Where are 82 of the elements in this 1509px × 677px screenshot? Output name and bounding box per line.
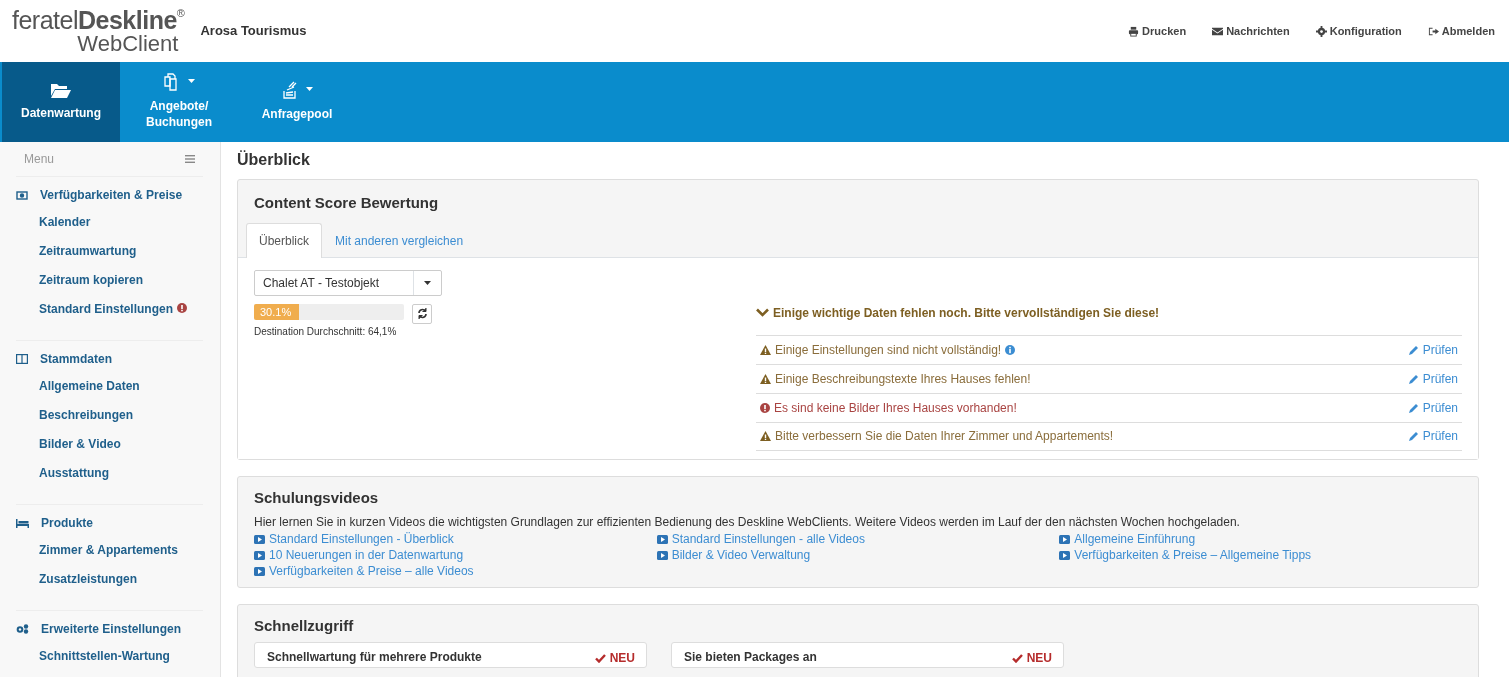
sidebar-item[interactable]: Schnittstellen-Wartung bbox=[16, 642, 203, 671]
header-link[interactable]: Konfiguration bbox=[1315, 22, 1402, 40]
issue-text: Einige Einstellungen sind nicht vollständig! bbox=[775, 341, 1002, 359]
panel-title: Schulungsvideos bbox=[254, 487, 380, 508]
play-icon bbox=[656, 550, 668, 560]
section-title: Erweiterte Einstellungen bbox=[41, 621, 182, 637]
play-icon bbox=[1059, 550, 1071, 560]
pencil-icon bbox=[1408, 373, 1419, 384]
sidebar-item[interactable]: Beschreibungen bbox=[16, 401, 203, 430]
caret-icon bbox=[424, 280, 431, 285]
sidebar-item[interactable]: Zeitraum kopieren bbox=[16, 266, 203, 295]
average-text: Destination Durchschnitt: 64,1% bbox=[254, 324, 398, 339]
logo: feratelDeskline® WebClient bbox=[12, 7, 185, 55]
play-icon bbox=[254, 550, 265, 560]
score-fill: 30.1% bbox=[254, 303, 300, 320]
video-link[interactable]: Standard Einstellungen - Überblick bbox=[254, 531, 454, 548]
issue-text: Bitte verbessern Sie die Daten Ihrer Zimmer und Appartements! bbox=[775, 428, 1114, 446]
menu-icon[interactable] bbox=[185, 155, 195, 163]
gears-icon bbox=[16, 624, 29, 634]
section-title: Stammdaten bbox=[40, 351, 113, 367]
header-link[interactable]: Drucken bbox=[1128, 22, 1187, 40]
checkmark-icon bbox=[1011, 653, 1023, 663]
warning-heading: Einige wichtige Daten fehlen noch. Bitte vervollständigen Sie diese! bbox=[773, 304, 1160, 322]
section-title: Produkte bbox=[41, 515, 93, 531]
check-link[interactable]: Prüfen bbox=[1408, 369, 1458, 388]
sidebar-item[interactable]: Standard Einstellungen bbox=[16, 295, 203, 324]
nav-tab[interactable]: Anfragepool bbox=[238, 62, 356, 142]
panel-title: Content Score Bewertung bbox=[253, 193, 440, 214]
panel-title: Schnellzugriff bbox=[254, 616, 355, 637]
sidebar-item[interactable]: Allgemeine Daten bbox=[16, 372, 203, 401]
play-icon bbox=[254, 566, 265, 576]
card-title: Schnellwartung für mehrere Produkte bbox=[267, 649, 482, 666]
video-link[interactable]: Bilder & Video Verwaltung bbox=[656, 547, 811, 564]
refresh-icon bbox=[416, 308, 428, 320]
sidebar-item[interactable]: Kalender bbox=[16, 208, 203, 237]
quick-access-card[interactable]: Schnellwartung für mehrere Produkte NEU bbox=[254, 641, 647, 668]
section-title: Verfügbarkeiten & Preise bbox=[40, 187, 183, 203]
sidebar-item[interactable]: Zusatzleistungen bbox=[16, 565, 203, 594]
checkmark-icon bbox=[594, 653, 606, 663]
video-link[interactable]: Verfügbarkeiten & Preise – alle Videos bbox=[254, 563, 474, 580]
new-label: NEU bbox=[594, 649, 635, 667]
page-title: Überblick bbox=[237, 150, 311, 170]
new-label: NEU bbox=[1011, 649, 1052, 667]
bed-icon bbox=[16, 518, 29, 528]
quick-access-card[interactable]: Sie bieten Packages an NEU bbox=[671, 641, 1064, 668]
play-icon bbox=[1059, 534, 1071, 544]
issue-text: Es sind keine Bilder Ihres Hauses vorhanden! bbox=[774, 399, 1017, 417]
pencil-icon bbox=[1408, 344, 1419, 355]
menu-label: Menu bbox=[24, 151, 55, 168]
refresh-button[interactable] bbox=[412, 303, 432, 324]
play-icon bbox=[656, 534, 668, 544]
pencil-icon bbox=[1408, 402, 1419, 413]
video-link[interactable]: Verfügbarkeiten & Preise – Allgemeine Tipps bbox=[1059, 547, 1312, 564]
pencil-icon bbox=[1408, 431, 1419, 442]
intro-text: Hier lernen Sie in kurzen Videos die wichtigsten Grundlagen zur effizienten Bedienung des Deskline WebClients. Weitere Videos werden im Lauf der den nächsten Wochen hochgeladen. bbox=[254, 514, 1241, 532]
check-link[interactable]: Prüfen bbox=[1408, 398, 1458, 417]
object-select[interactable]: Chalet AT - Testobjekt bbox=[254, 269, 442, 296]
sidebar-item[interactable]: Bilder & Video bbox=[16, 430, 203, 459]
logout-icon bbox=[1427, 25, 1442, 37]
sidebar-item[interactable]: Ausstattung bbox=[16, 459, 203, 488]
sidebar-item[interactable]: Zimmer & Appartements bbox=[16, 536, 203, 565]
video-link[interactable]: Allgemeine Einführung bbox=[1059, 531, 1196, 548]
columns-icon bbox=[16, 354, 28, 364]
tab[interactable]: Überblick bbox=[246, 222, 322, 258]
card-title: Sie bieten Packages an bbox=[684, 649, 817, 666]
chevron-icon bbox=[756, 308, 769, 318]
video-link[interactable]: 10 Neuerungen in der Datenwartung bbox=[254, 547, 464, 564]
nav-tab[interactable]: Datenwartung bbox=[2, 62, 120, 142]
header-link[interactable]: Nachrichten bbox=[1212, 22, 1290, 40]
banknote-icon bbox=[16, 190, 28, 200]
settings-icon bbox=[1315, 25, 1330, 37]
check-link[interactable]: Prüfen bbox=[1408, 340, 1458, 359]
check-link[interactable]: Prüfen bbox=[1408, 427, 1458, 446]
play-icon bbox=[254, 534, 265, 544]
folder-icon bbox=[51, 82, 71, 99]
nav-tab[interactable]: Angebote/ Buchungen bbox=[120, 62, 238, 142]
tab[interactable]: Mit anderen vergleichen bbox=[322, 222, 477, 258]
sidebar-item[interactable]: Zeitraumwartung bbox=[16, 237, 203, 266]
video-link[interactable]: Standard Einstellungen - alle Videos bbox=[656, 531, 865, 548]
header-link[interactable]: Abmelden bbox=[1427, 22, 1495, 40]
organization-name: Arosa Tourismus bbox=[200, 22, 307, 41]
issue-text: Einige Beschreibungstexte Ihres Hauses fehlen! bbox=[775, 370, 1031, 388]
